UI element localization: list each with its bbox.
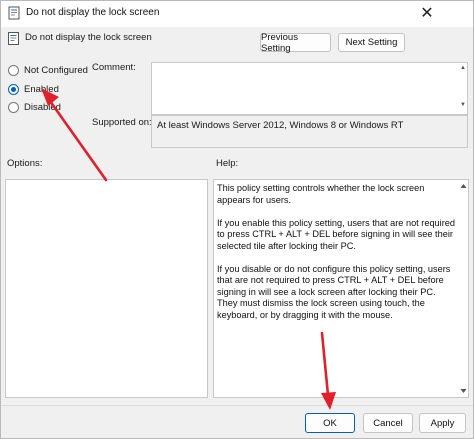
ok-button[interactable]: OK [305, 413, 355, 433]
footer-divider [1, 405, 473, 406]
help-scrollbar[interactable] [459, 181, 468, 396]
radio-label: Disabled [24, 102, 61, 113]
help-paragraph: If you enable this policy setting, users… [217, 217, 455, 251]
help-text: This policy setting controls whether the… [217, 183, 455, 333]
close-button[interactable]: ✕ [414, 1, 440, 25]
scroll-down-icon [460, 389, 467, 393]
radio-label: Not Configured [24, 65, 88, 76]
window-title: Do not display the lock screen [26, 7, 160, 18]
radio-not-configured[interactable]: Not Configured [8, 65, 88, 76]
radio-disabled[interactable]: Disabled [8, 102, 61, 113]
comment-label: Comment: [92, 62, 136, 73]
next-setting-button[interactable]: Next Setting [338, 33, 405, 52]
help-label: Help: [216, 158, 239, 169]
options-label: Options: [7, 158, 43, 169]
comment-textarea[interactable] [151, 62, 468, 115]
radio-circle[interactable] [8, 102, 19, 113]
radio-label: Enabled [24, 84, 59, 95]
policy-dialog-window: Do not display the lock screen ✕ Do not … [0, 0, 474, 439]
title-bar: Do not display the lock screen ✕ [1, 1, 473, 27]
close-icon: ✕ [420, 5, 434, 22]
policy-title: Do not display the lock screen [25, 32, 152, 43]
radio-circle[interactable] [8, 65, 19, 76]
radio-circle[interactable] [8, 84, 19, 95]
apply-button[interactable]: Apply [419, 413, 466, 433]
options-panel [5, 179, 208, 398]
policy-document-icon [8, 6, 20, 20]
scroll-down-icon[interactable]: ▼ [460, 102, 466, 108]
policy-document-icon [8, 32, 19, 45]
scroll-up-icon [460, 184, 467, 188]
radio-enabled[interactable]: Enabled [8, 84, 59, 95]
scroll-up-icon[interactable]: ▲ [460, 65, 466, 71]
supported-on-value: At least Windows Server 2012, Windows 8 … [157, 120, 404, 131]
help-paragraph: This policy setting controls whether the… [217, 183, 425, 205]
supported-on-label: Supported on: [92, 117, 152, 128]
help-paragraph: If you disable or do not configure this … [217, 263, 451, 320]
previous-setting-button[interactable]: Previous Setting [260, 32, 331, 54]
cancel-button[interactable]: Cancel [363, 413, 413, 433]
